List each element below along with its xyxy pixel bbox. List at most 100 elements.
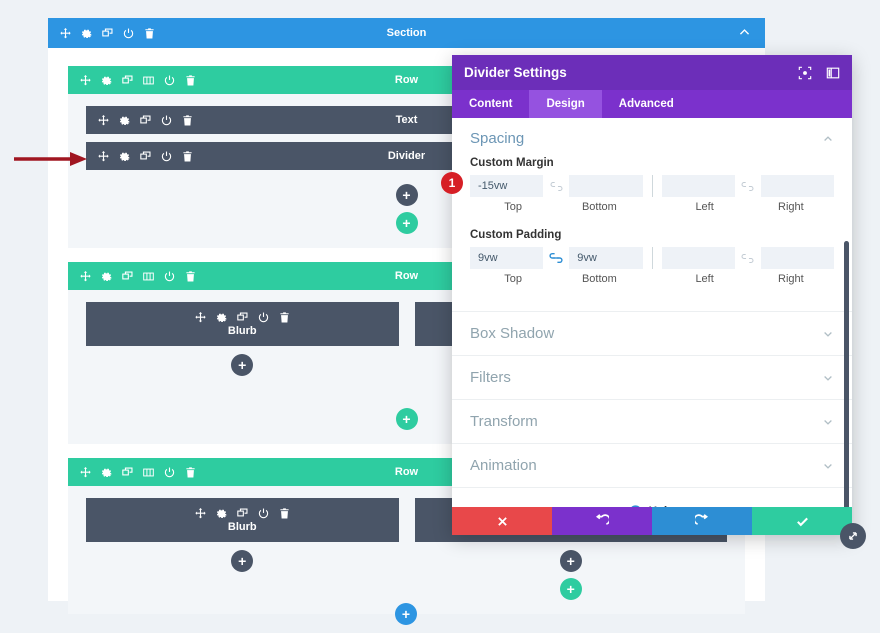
gear-icon[interactable] <box>81 28 92 39</box>
trash-icon[interactable] <box>279 507 290 519</box>
columns-icon[interactable] <box>143 271 154 282</box>
add-row-button[interactable]: + <box>395 212 418 234</box>
tab-content[interactable]: Content <box>452 90 529 118</box>
columns-icon[interactable] <box>143 75 154 86</box>
duplicate-icon[interactable] <box>102 27 113 39</box>
move-icon[interactable] <box>98 150 109 162</box>
module-label: Blurb <box>227 324 257 337</box>
accordion-spacing[interactable]: Spacing <box>452 118 852 157</box>
move-icon[interactable] <box>195 311 206 323</box>
move-icon[interactable] <box>195 507 206 519</box>
undo-button[interactable] <box>552 507 652 535</box>
chevron-down-icon[interactable] <box>822 416 834 428</box>
padding-left-input[interactable] <box>661 247 735 269</box>
trash-icon[interactable] <box>185 270 196 282</box>
duplicate-icon[interactable] <box>140 114 151 126</box>
chevron-down-icon[interactable] <box>822 372 834 384</box>
trash-icon[interactable] <box>185 466 196 478</box>
move-icon[interactable] <box>80 74 91 86</box>
chevron-up-icon[interactable] <box>822 133 834 145</box>
move-icon[interactable] <box>98 114 109 126</box>
columns-icon[interactable] <box>143 467 154 478</box>
add-module-button[interactable]: + <box>559 550 582 572</box>
gear-icon[interactable] <box>119 151 130 162</box>
move-icon[interactable] <box>80 466 91 478</box>
add-module-button[interactable]: + <box>231 354 254 376</box>
cancel-button[interactable] <box>452 507 552 535</box>
panel-scrollbar[interactable] <box>844 241 849 507</box>
accordion-filters[interactable]: Filters <box>452 355 852 399</box>
section-bar[interactable]: Section <box>48 18 765 48</box>
accordion-box-shadow[interactable]: Box Shadow <box>452 311 852 355</box>
padding-tb-pair: 9vw 9vw <box>470 247 643 269</box>
power-icon[interactable] <box>164 271 175 282</box>
duplicate-icon[interactable] <box>122 270 133 282</box>
power-icon[interactable] <box>161 115 172 126</box>
margin-left-input[interactable] <box>661 175 735 197</box>
duplicate-icon[interactable] <box>140 150 151 162</box>
link-icon[interactable] <box>735 181 761 192</box>
duplicate-icon[interactable] <box>237 507 248 519</box>
trash-icon[interactable] <box>144 27 155 39</box>
duplicate-icon[interactable] <box>122 74 133 86</box>
focus-icon[interactable] <box>798 66 812 80</box>
add-row-button[interactable]: + <box>559 578 582 600</box>
accordion-animation-label: Animation <box>470 457 537 474</box>
trash-icon[interactable] <box>185 74 196 86</box>
add-section-button[interactable]: + <box>395 603 417 625</box>
duplicate-icon[interactable] <box>237 311 248 323</box>
power-icon[interactable] <box>258 312 269 323</box>
add-module-button[interactable]: + <box>395 184 418 206</box>
margin-bottom-input[interactable] <box>569 175 643 197</box>
annotation-arrow-icon <box>14 150 92 173</box>
padding-top-input[interactable]: 9vw <box>470 247 544 269</box>
power-icon[interactable] <box>258 508 269 519</box>
chevron-up-icon[interactable] <box>738 26 751 39</box>
accordion-filters-label: Filters <box>470 369 511 386</box>
move-icon[interactable] <box>80 270 91 282</box>
add-row-button[interactable]: + <box>395 408 418 430</box>
layout-icon[interactable] <box>826 66 840 80</box>
x-icon <box>496 515 509 528</box>
power-icon[interactable] <box>164 75 175 86</box>
accordion-box-shadow-label: Box Shadow <box>470 325 555 342</box>
trash-icon[interactable] <box>279 311 290 323</box>
accordion-transform-label: Transform <box>470 413 538 430</box>
gear-icon[interactable] <box>101 75 112 86</box>
link-icon[interactable] <box>543 252 569 264</box>
chevron-down-icon[interactable] <box>822 460 834 472</box>
power-icon[interactable] <box>123 28 134 39</box>
label-right: Right <box>778 273 804 285</box>
margin-top-input[interactable]: -15vw <box>470 175 544 197</box>
gear-icon[interactable] <box>216 508 227 519</box>
gear-icon[interactable] <box>101 271 112 282</box>
padding-bottom-input[interactable]: 9vw <box>569 247 643 269</box>
link-icon[interactable] <box>543 181 569 192</box>
accordion-animation[interactable]: Animation <box>452 443 852 487</box>
power-icon[interactable] <box>161 151 172 162</box>
trash-icon[interactable] <box>182 114 193 126</box>
duplicate-icon[interactable] <box>122 466 133 478</box>
custom-margin-labels: Top Bottom Left Right <box>470 201 834 213</box>
accordion-transform[interactable]: Transform <box>452 399 852 443</box>
chevron-down-icon[interactable] <box>822 328 834 340</box>
power-icon[interactable] <box>164 467 175 478</box>
help-row[interactable]: ? Help <box>452 487 852 507</box>
padding-right-input[interactable] <box>760 247 834 269</box>
gear-icon[interactable] <box>101 467 112 478</box>
add-module-button[interactable]: + <box>231 550 254 572</box>
move-icon[interactable] <box>60 27 71 39</box>
margin-right-input[interactable] <box>760 175 834 197</box>
link-icon[interactable] <box>735 253 761 264</box>
redo-button[interactable] <box>652 507 752 535</box>
panel-resize-handle[interactable] <box>840 523 866 549</box>
tab-advanced[interactable]: Advanced <box>602 90 691 118</box>
module-blurb[interactable]: Blurb <box>86 498 399 542</box>
gear-icon[interactable] <box>216 312 227 323</box>
tab-design[interactable]: Design <box>529 90 602 118</box>
divider <box>651 247 653 269</box>
module-blurb[interactable]: Blurb <box>86 302 399 346</box>
trash-icon[interactable] <box>182 150 193 162</box>
save-button[interactable] <box>752 507 852 535</box>
gear-icon[interactable] <box>119 115 130 126</box>
